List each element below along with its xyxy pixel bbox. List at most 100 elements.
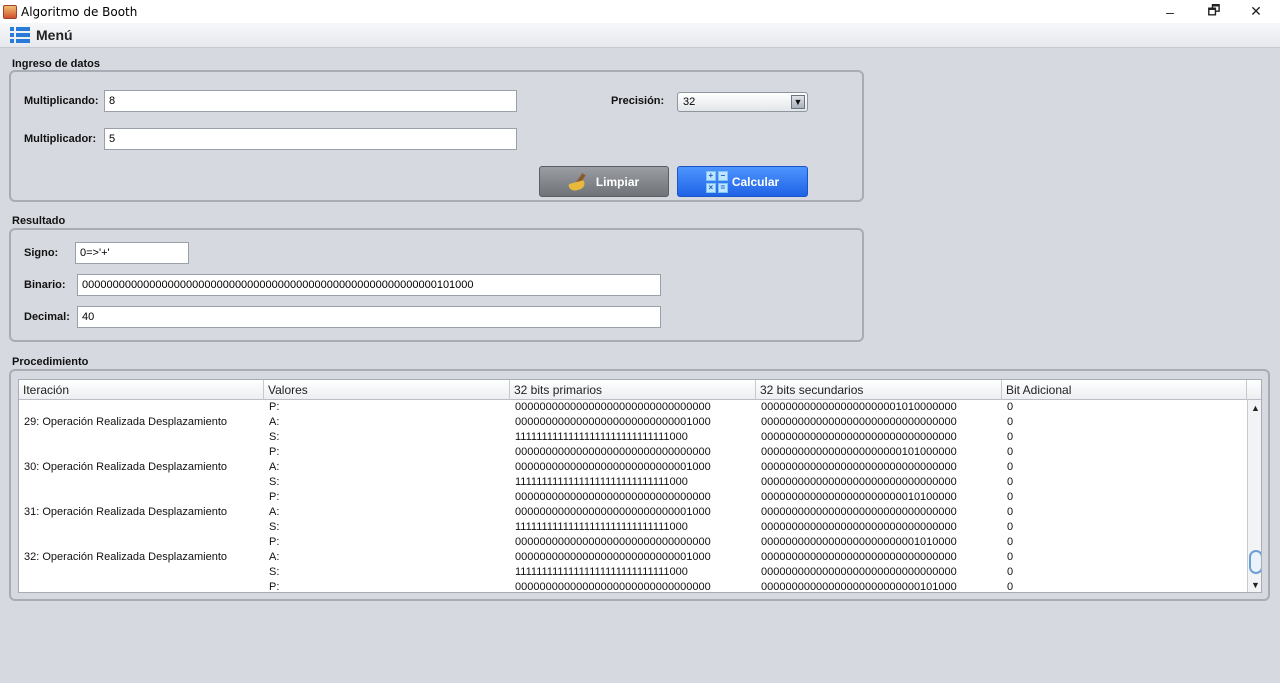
table-cell (19, 580, 24, 592)
table-row[interactable]: P: 00000000000000000000000000000000 000000… (19, 445, 1247, 460)
column-header-valores[interactable]: Valores (264, 380, 510, 400)
table-cell: 0 (1007, 461, 1014, 473)
table-row[interactable]: S: 11111111111111111111111111111000 000000… (19, 565, 1247, 580)
multiplicando-label: Multiplicando: (24, 95, 99, 107)
procedimiento-section-title: Procedimiento (12, 356, 89, 368)
table-cell: P: (269, 446, 280, 458)
scroll-up-icon[interactable]: ▲ (1250, 403, 1261, 414)
table-cell: 0 (1007, 581, 1014, 593)
table-cell: 0 (1007, 566, 1014, 578)
precision-select[interactable]: 32 ▼ (677, 92, 808, 112)
precision-value: 32 (683, 96, 696, 108)
table-cell: 00000000000000000000000000000000 (515, 446, 711, 458)
table-cell: 0 (1007, 431, 1014, 443)
decimal-output[interactable]: 40 (77, 306, 661, 328)
table-cell (19, 475, 24, 490)
table-row[interactable]: 29: Operación Realizada Desplazamiento A:… (19, 415, 1247, 430)
minimize-button[interactable]: – (1147, 0, 1193, 23)
table-cell: 00000000000000000000001010000000 (761, 401, 957, 413)
table-cell: 00000000000000000000000000000000 (761, 476, 957, 488)
ingreso-section-title: Ingreso de datos (12, 58, 101, 70)
table-cell: 00000000000000000000000000101000 (761, 581, 957, 593)
vertical-scrollbar[interactable]: ▲ ▼ (1247, 400, 1261, 592)
table-row[interactable]: 31: Operación Realizada Desplazamiento A:… (19, 505, 1247, 520)
table-cell: 00000000000000000000000000000000 (761, 461, 957, 473)
table-row[interactable]: P: 00000000000000000000000000000000 000000… (19, 535, 1247, 550)
table-cell: S: (269, 566, 280, 578)
table-cell: A: (269, 461, 280, 473)
table-cell: 00000000000000000000000000000000 (761, 521, 957, 533)
scrollbar-thumb[interactable] (1249, 550, 1261, 574)
table-cell: 0 (1007, 446, 1014, 458)
calcular-label: Calcular (731, 174, 780, 189)
close-button[interactable]: ✕ (1233, 0, 1279, 23)
calcular-button[interactable]: + − × = Calcular (677, 166, 808, 197)
multiplicando-input[interactable]: 8 (104, 90, 517, 112)
table-cell: 31: Operación Realizada Desplazamiento (24, 506, 228, 518)
table-cell (19, 520, 24, 535)
java-app-icon (3, 4, 17, 19)
table-row[interactable]: S: 11111111111111111111111111111000 000000… (19, 430, 1247, 445)
column-header-primarios[interactable]: 32 bits primarios (510, 380, 756, 400)
resultado-section-title: Resultado (12, 215, 66, 227)
limpiar-label: Limpiar (595, 174, 640, 189)
table-cell: 30: Operación Realizada Desplazamiento (24, 461, 228, 473)
table-row[interactable]: 30: Operación Realizada Desplazamiento A:… (19, 460, 1247, 475)
table-cell: 00000000000000000000000000001000 (515, 461, 711, 473)
table-cell: 00000000000000000000000000000000 (515, 536, 711, 548)
table-row[interactable]: P: 00000000000000000000000000000000 000000… (19, 490, 1247, 505)
table-cell: 00000000000000000000000000000000 (761, 551, 957, 563)
chevron-down-icon[interactable]: ▼ (791, 95, 805, 109)
table-row[interactable]: S: 11111111111111111111111111111000 000000… (19, 475, 1247, 490)
table-cell: 00000000000000000000000000000000 (761, 506, 957, 518)
table-cell: 0 (1007, 491, 1014, 503)
table-cell: 00000000000000000000000001010000 (761, 536, 957, 548)
procedimiento-table[interactable]: Iteración Valores 32 bits primarios 32 b… (18, 379, 1262, 593)
column-header-secundarios[interactable]: 32 bits secundarios (756, 380, 1002, 400)
signo-label: Signo: (24, 247, 59, 259)
window-title: Algoritmo de Booth (21, 4, 138, 19)
table-cell (19, 535, 24, 550)
table-cell: 0 (1007, 551, 1014, 563)
table-cell: 00000000000000000000000000001000 (515, 551, 711, 563)
table-cell: 0 (1007, 416, 1014, 428)
table-row[interactable]: 32: Operación Realizada Desplazamiento A:… (19, 550, 1247, 565)
table-row[interactable]: P: 00000000000000000000000000000000 000000… (19, 580, 1247, 593)
table-cell (19, 565, 24, 580)
column-header-iteracion[interactable]: Iteración (19, 380, 264, 400)
list-menu-icon[interactable] (10, 27, 30, 43)
maximize-button[interactable]: 🗗 (1191, 0, 1237, 23)
multiplicador-label: Multiplicador: (24, 133, 97, 145)
precision-label: Precisión: (611, 95, 665, 107)
table-cell (19, 445, 24, 460)
table-cell: 11111111111111111111111111111000 (515, 476, 688, 488)
signo-output[interactable]: 0=>'+' (75, 242, 189, 264)
calculator-icon: + − × = (705, 170, 728, 193)
scroll-down-icon[interactable]: ▼ (1250, 580, 1261, 591)
table-cell: P: (269, 401, 280, 413)
table-row[interactable]: P: 00000000000000000000000000000000 000000… (19, 400, 1247, 415)
table-cell: 0 (1007, 476, 1014, 488)
table-cell (19, 400, 24, 415)
table-cell: 0 (1007, 506, 1014, 518)
decimal-label: Decimal: (24, 311, 70, 323)
table-cell: S: (269, 431, 280, 443)
table-row[interactable]: S: 11111111111111111111111111111000 000000… (19, 520, 1247, 535)
binario-output[interactable]: 0000000000000000000000000000000000000000… (77, 274, 661, 296)
table-cell: P: (269, 581, 280, 593)
table-cell: 00000000000000000000000000001000 (515, 506, 711, 518)
table-cell: 11111111111111111111111111111000 (515, 521, 688, 533)
table-cell: S: (269, 521, 280, 533)
table-cell: 00000000000000000000000000000000 (761, 566, 957, 578)
multiplicador-input[interactable]: 5 (104, 128, 517, 150)
menu-button[interactable]: Menú (36, 27, 73, 43)
table-cell: 32: Operación Realizada Desplazamiento (24, 551, 228, 563)
column-header-bit-adicional[interactable]: Bit Adicional (1002, 380, 1247, 400)
table-cell: S: (269, 476, 280, 488)
table-cell (19, 490, 24, 505)
table-cell: 00000000000000000000000000001000 (515, 416, 711, 428)
menu-bar: Menú (0, 23, 1280, 48)
limpiar-button[interactable]: Limpiar (539, 166, 669, 197)
title-bar: Algoritmo de Booth – 🗗 ✕ (0, 0, 1280, 23)
table-cell: 00000000000000000000000000000000 (515, 401, 711, 413)
